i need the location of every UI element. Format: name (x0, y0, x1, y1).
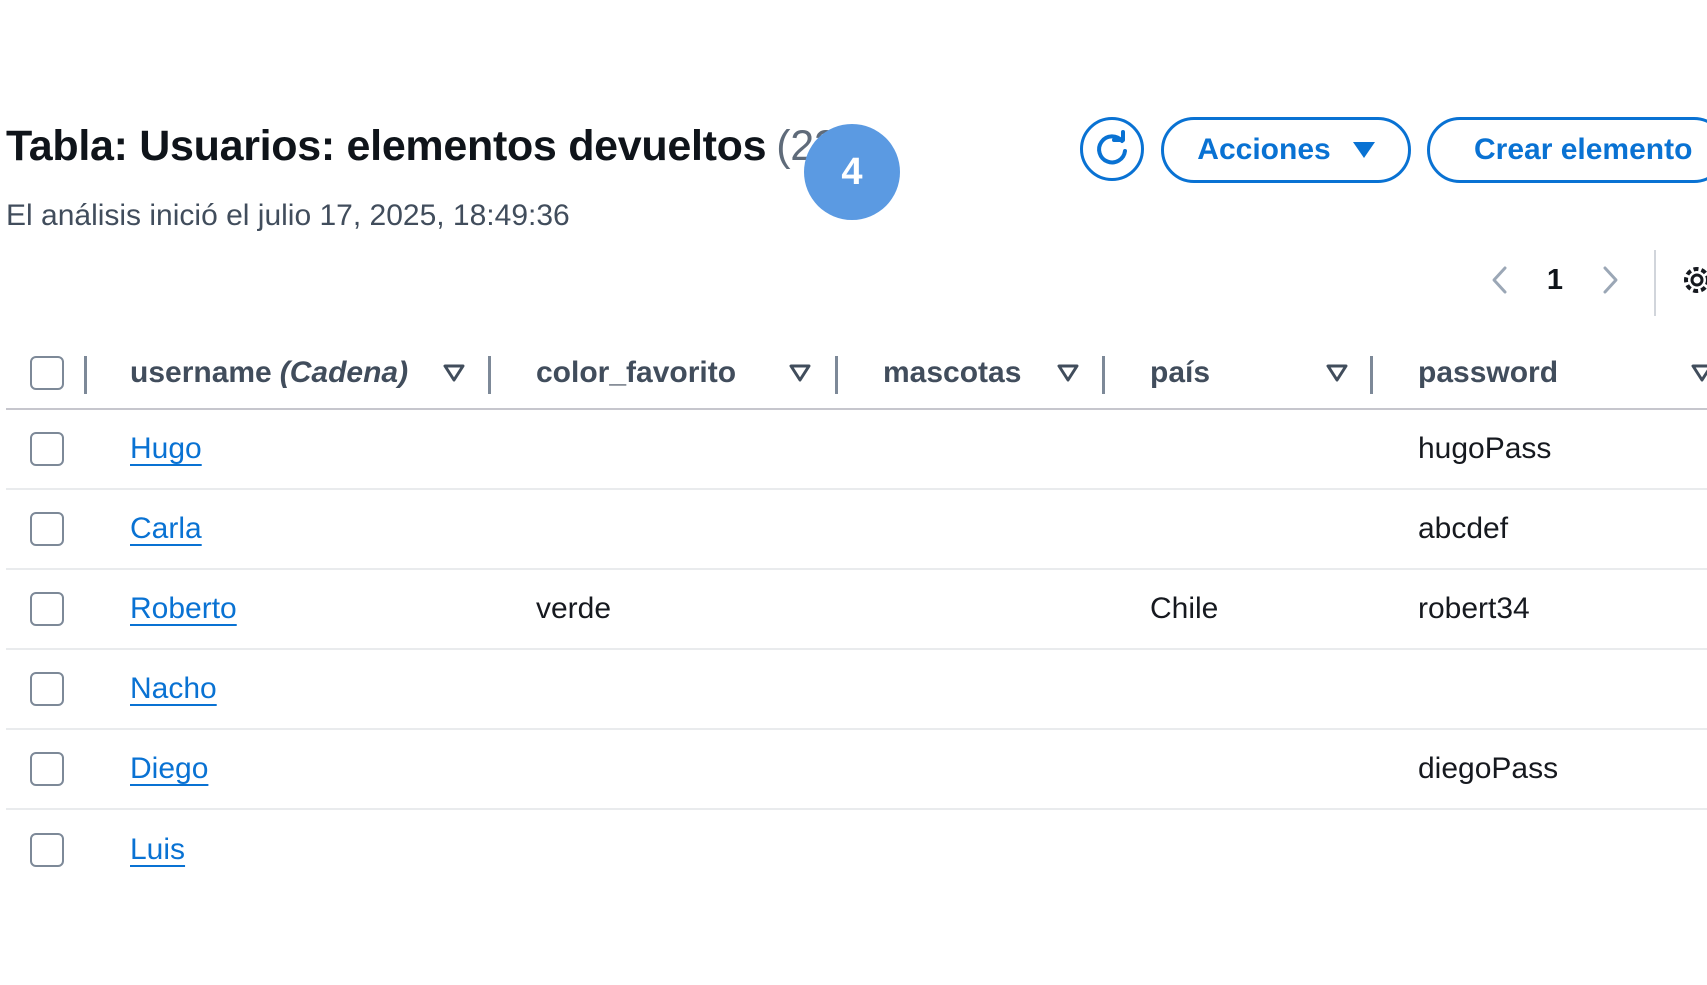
cell-pais: Chile (1150, 592, 1219, 625)
column-separator (1370, 356, 1373, 394)
title-block: Tabla: Usuarios: elementos devueltos(22)… (6, 122, 852, 233)
pagination: 1 (1480, 258, 1630, 302)
table-row: Hugo hugoPass (6, 410, 1707, 490)
column-separator (84, 356, 87, 394)
cell-password: diegoPass (1418, 752, 1559, 785)
username-link[interactable]: Carla (130, 512, 202, 546)
column-header-pais[interactable]: país (1150, 338, 1210, 408)
row-checkbox[interactable] (30, 752, 64, 786)
username-link[interactable]: Luis (130, 833, 185, 867)
table-row: Diego diegoPass (6, 730, 1707, 810)
column-label: username (130, 356, 272, 389)
caret-down-icon (1352, 142, 1375, 158)
chevron-right-icon (1603, 266, 1618, 294)
create-item-label: Crear elemento (1474, 133, 1693, 166)
row-checkbox[interactable] (30, 432, 64, 466)
row-checkbox[interactable] (30, 833, 64, 867)
cell-password: robert34 (1418, 592, 1530, 625)
filter-icon[interactable] (1057, 338, 1079, 408)
column-header-mascotas[interactable]: mascotas (883, 338, 1021, 408)
row-checkbox[interactable] (30, 512, 64, 546)
refresh-icon (1097, 130, 1127, 165)
page-title: Tabla: Usuarios: elementos devueltos(22) (6, 122, 852, 171)
table-row: Luis (6, 810, 1707, 890)
filter-icon[interactable] (789, 338, 811, 408)
cell-password: abcdef (1418, 512, 1509, 545)
table-title: Tabla: Usuarios: elementos devueltos (6, 122, 767, 170)
column-header-password[interactable]: password (1418, 338, 1558, 408)
column-separator (835, 356, 838, 394)
row-checkbox[interactable] (30, 592, 64, 626)
cell-color-favorito: verde (536, 592, 612, 625)
table-row: Carla abcdef (6, 490, 1707, 570)
cell-password: hugoPass (1418, 432, 1552, 465)
previous-page-button[interactable] (1480, 258, 1520, 302)
select-all-checkbox[interactable] (30, 356, 64, 390)
column-label: país (1150, 356, 1211, 389)
step-badge: 4 (804, 124, 900, 220)
filter-icon[interactable] (1691, 338, 1707, 408)
column-separator (488, 356, 491, 394)
column-header-color-favorito[interactable]: color_favorito (536, 338, 736, 408)
column-separator (1102, 356, 1105, 394)
column-label: color_favorito (536, 356, 737, 389)
settings-button[interactable] (1680, 263, 1707, 302)
next-page-button[interactable] (1590, 258, 1630, 302)
username-link[interactable]: Hugo (130, 432, 202, 466)
gear-icon (1684, 267, 1707, 293)
refresh-button[interactable] (1080, 117, 1144, 181)
username-link[interactable]: Nacho (130, 672, 217, 706)
username-link[interactable]: Diego (130, 752, 208, 786)
filter-icon[interactable] (443, 338, 465, 408)
scan-started-text: El análisis inició el julio 17, 2025, 18… (6, 199, 570, 232)
chevron-left-icon (1492, 266, 1507, 294)
table-row: Roberto verde Chile robert34 (6, 570, 1707, 650)
username-link[interactable]: Roberto (130, 592, 237, 626)
column-header-username[interactable]: username (Cadena) (130, 338, 408, 408)
pager-divider (1654, 250, 1656, 316)
column-type-label: (Cadena) (279, 356, 409, 389)
column-label: mascotas (883, 356, 1022, 389)
table-row: Nacho (6, 650, 1707, 730)
items-table: username (Cadena) color_favorito mascotas… (6, 338, 1707, 890)
table-header: username (Cadena) color_favorito mascotas… (6, 338, 1707, 410)
page-number[interactable]: 1 (1520, 264, 1590, 297)
actions-dropdown-button[interactable]: Acciones (1161, 117, 1411, 183)
row-checkbox[interactable] (30, 672, 64, 706)
column-label: password (1418, 356, 1559, 389)
filter-icon[interactable] (1326, 338, 1348, 408)
create-item-button[interactable]: Crear elemento (1427, 117, 1707, 183)
actions-label: Acciones (1197, 133, 1331, 166)
